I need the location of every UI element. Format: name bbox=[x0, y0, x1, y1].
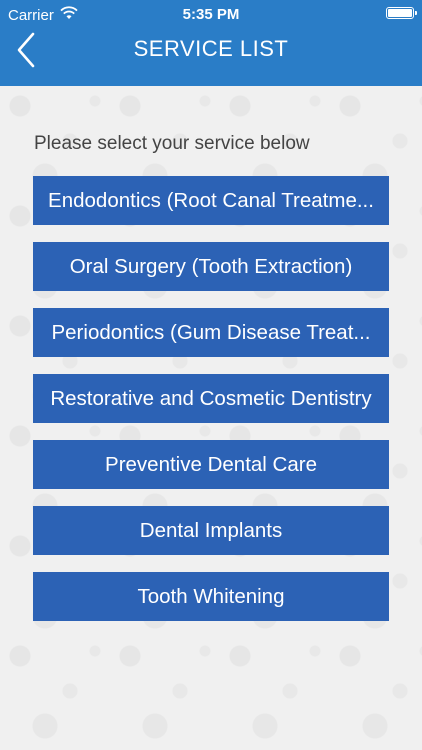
service-button-dental-implants[interactable]: Dental Implants bbox=[33, 506, 389, 555]
service-button-label: Dental Implants bbox=[139, 518, 283, 542]
service-button-periodontics[interactable]: Periodontics (Gum Disease Treat... bbox=[33, 308, 389, 357]
service-button-endodontics[interactable]: Endodontics (Root Canal Treatme... bbox=[33, 176, 389, 225]
service-button-label: Restorative and Cosmetic Dentistry bbox=[50, 386, 372, 410]
battery-icon bbox=[386, 7, 417, 19]
service-button-oral-surgery[interactable]: Oral Surgery (Tooth Extraction) bbox=[33, 242, 389, 291]
service-button-restorative-cosmetic[interactable]: Restorative and Cosmetic Dentistry bbox=[33, 374, 389, 423]
service-button-label: Tooth Whitening bbox=[137, 584, 285, 608]
page-title: SERVICE LIST bbox=[133, 36, 289, 61]
instruction-text: Please select your service below bbox=[34, 133, 310, 154]
service-button-label: Endodontics (Root Canal Treatme... bbox=[48, 188, 374, 212]
service-button-label: Periodontics (Gum Disease Treat... bbox=[51, 320, 371, 344]
service-list: Endodontics (Root Canal Treatme... Oral … bbox=[33, 176, 389, 621]
service-button-label: Preventive Dental Care bbox=[105, 452, 317, 476]
status-time: 5:35 PM bbox=[182, 6, 240, 23]
service-button-preventive-care[interactable]: Preventive Dental Care bbox=[33, 440, 389, 489]
status-bar: Carrier 5:35 PM bbox=[0, 0, 422, 30]
service-button-label: Oral Surgery (Tooth Extraction) bbox=[69, 254, 353, 278]
service-button-tooth-whitening[interactable]: Tooth Whitening bbox=[33, 572, 389, 621]
navigation-header: Carrier 5:35 PM SERVICE LIST bbox=[0, 0, 422, 86]
